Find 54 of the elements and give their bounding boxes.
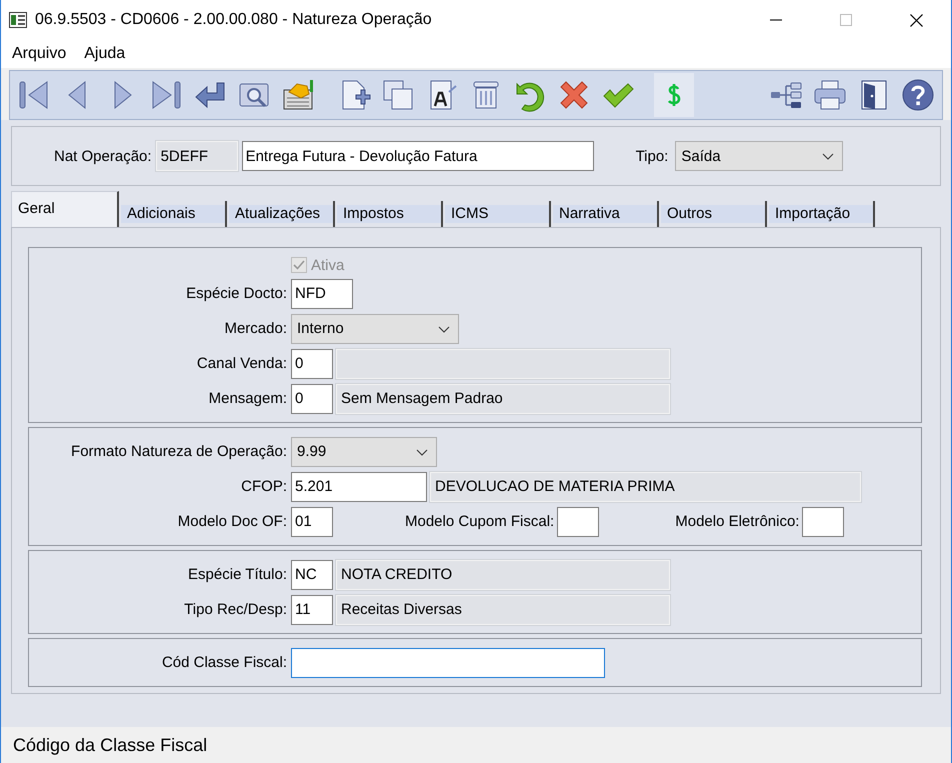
tab[interactable]: ICMS: [445, 201, 551, 227]
description-field: DEVOLUCAO DE MATERIA PRIMA: [430, 472, 861, 502]
tab[interactable]: Atualizações: [229, 201, 335, 227]
tab[interactable]: Importação: [769, 201, 875, 227]
field-label: Modelo Eletrônico:: [675, 513, 800, 530]
tab[interactable]: Impostos: [337, 201, 443, 227]
chevron-down-icon: [822, 153, 834, 160]
field-label: Tipo Rec/Desp:: [184, 601, 287, 618]
chevron-down-icon: [438, 326, 450, 332]
field-label: Cód Classe Fiscal:: [162, 654, 287, 671]
window-title: 06.9.5503 - CD0606 - 2.00.00.080 - Natureza Operação: [35, 11, 432, 29]
input-field[interactable]: NFD: [291, 278, 353, 308]
print-icon: [813, 78, 847, 112]
description-field[interactable]: Entrega Futura - Devolução Fatura: [242, 141, 594, 171]
app-icon: [9, 12, 27, 28]
minimize-icon[interactable]: [770, 19, 782, 21]
input-field[interactable]: 0: [291, 384, 333, 414]
input-field[interactable]: 01: [291, 506, 333, 536]
field-label: Mensagem:: [208, 390, 287, 407]
code-field: 5DEFF: [156, 141, 238, 171]
input-field[interactable]: [557, 506, 600, 536]
dropdown[interactable]: 9.99: [291, 436, 437, 466]
field-label: Canal Venda:: [196, 355, 287, 372]
field-label: Tipo:: [636, 148, 668, 164]
help-icon: [901, 78, 935, 112]
close-icon[interactable]: [910, 14, 923, 26]
copy-icon: [381, 78, 415, 112]
tab[interactable]: Narrativa: [553, 201, 659, 227]
field-label: Modelo Doc OF:: [178, 513, 287, 530]
input-field[interactable]: NC: [291, 560, 333, 590]
input-field[interactable]: 0: [291, 348, 333, 378]
menu-item[interactable]: Ajuda: [84, 45, 126, 63]
input-field[interactable]: [291, 648, 605, 678]
field-label: Espécie Docto:: [186, 285, 287, 302]
description-field: Sem Mensagem Padrao: [336, 384, 670, 414]
input-field[interactable]: 11: [291, 594, 333, 624]
tab[interactable]: Geral: [11, 191, 119, 227]
field-label: Modelo Cupom Fiscal:: [405, 513, 554, 530]
tab[interactable]: Outros: [661, 201, 767, 227]
input-field[interactable]: 5.201: [291, 472, 427, 502]
status-text: Código da Classe Fiscal: [13, 734, 208, 756]
field-label: Nat Operação:: [54, 148, 152, 164]
chevron-down-icon: [416, 448, 428, 456]
tab[interactable]: Adicionais: [121, 201, 227, 227]
field-label: CFOP:: [241, 478, 287, 495]
description-field: Receitas Diversas: [336, 594, 670, 624]
field-label: Mercado:: [224, 320, 287, 337]
type-dropdown[interactable]: Saída: [675, 141, 844, 171]
field-label: Formato Natureza de Operação:: [71, 443, 287, 460]
description-field: NOTA CREDITO: [336, 560, 670, 590]
field-label: Espécie Título:: [188, 566, 287, 583]
dropdown[interactable]: Interno: [291, 314, 459, 344]
input-field[interactable]: [802, 506, 844, 536]
menu-item[interactable]: Arquivo: [12, 45, 66, 63]
